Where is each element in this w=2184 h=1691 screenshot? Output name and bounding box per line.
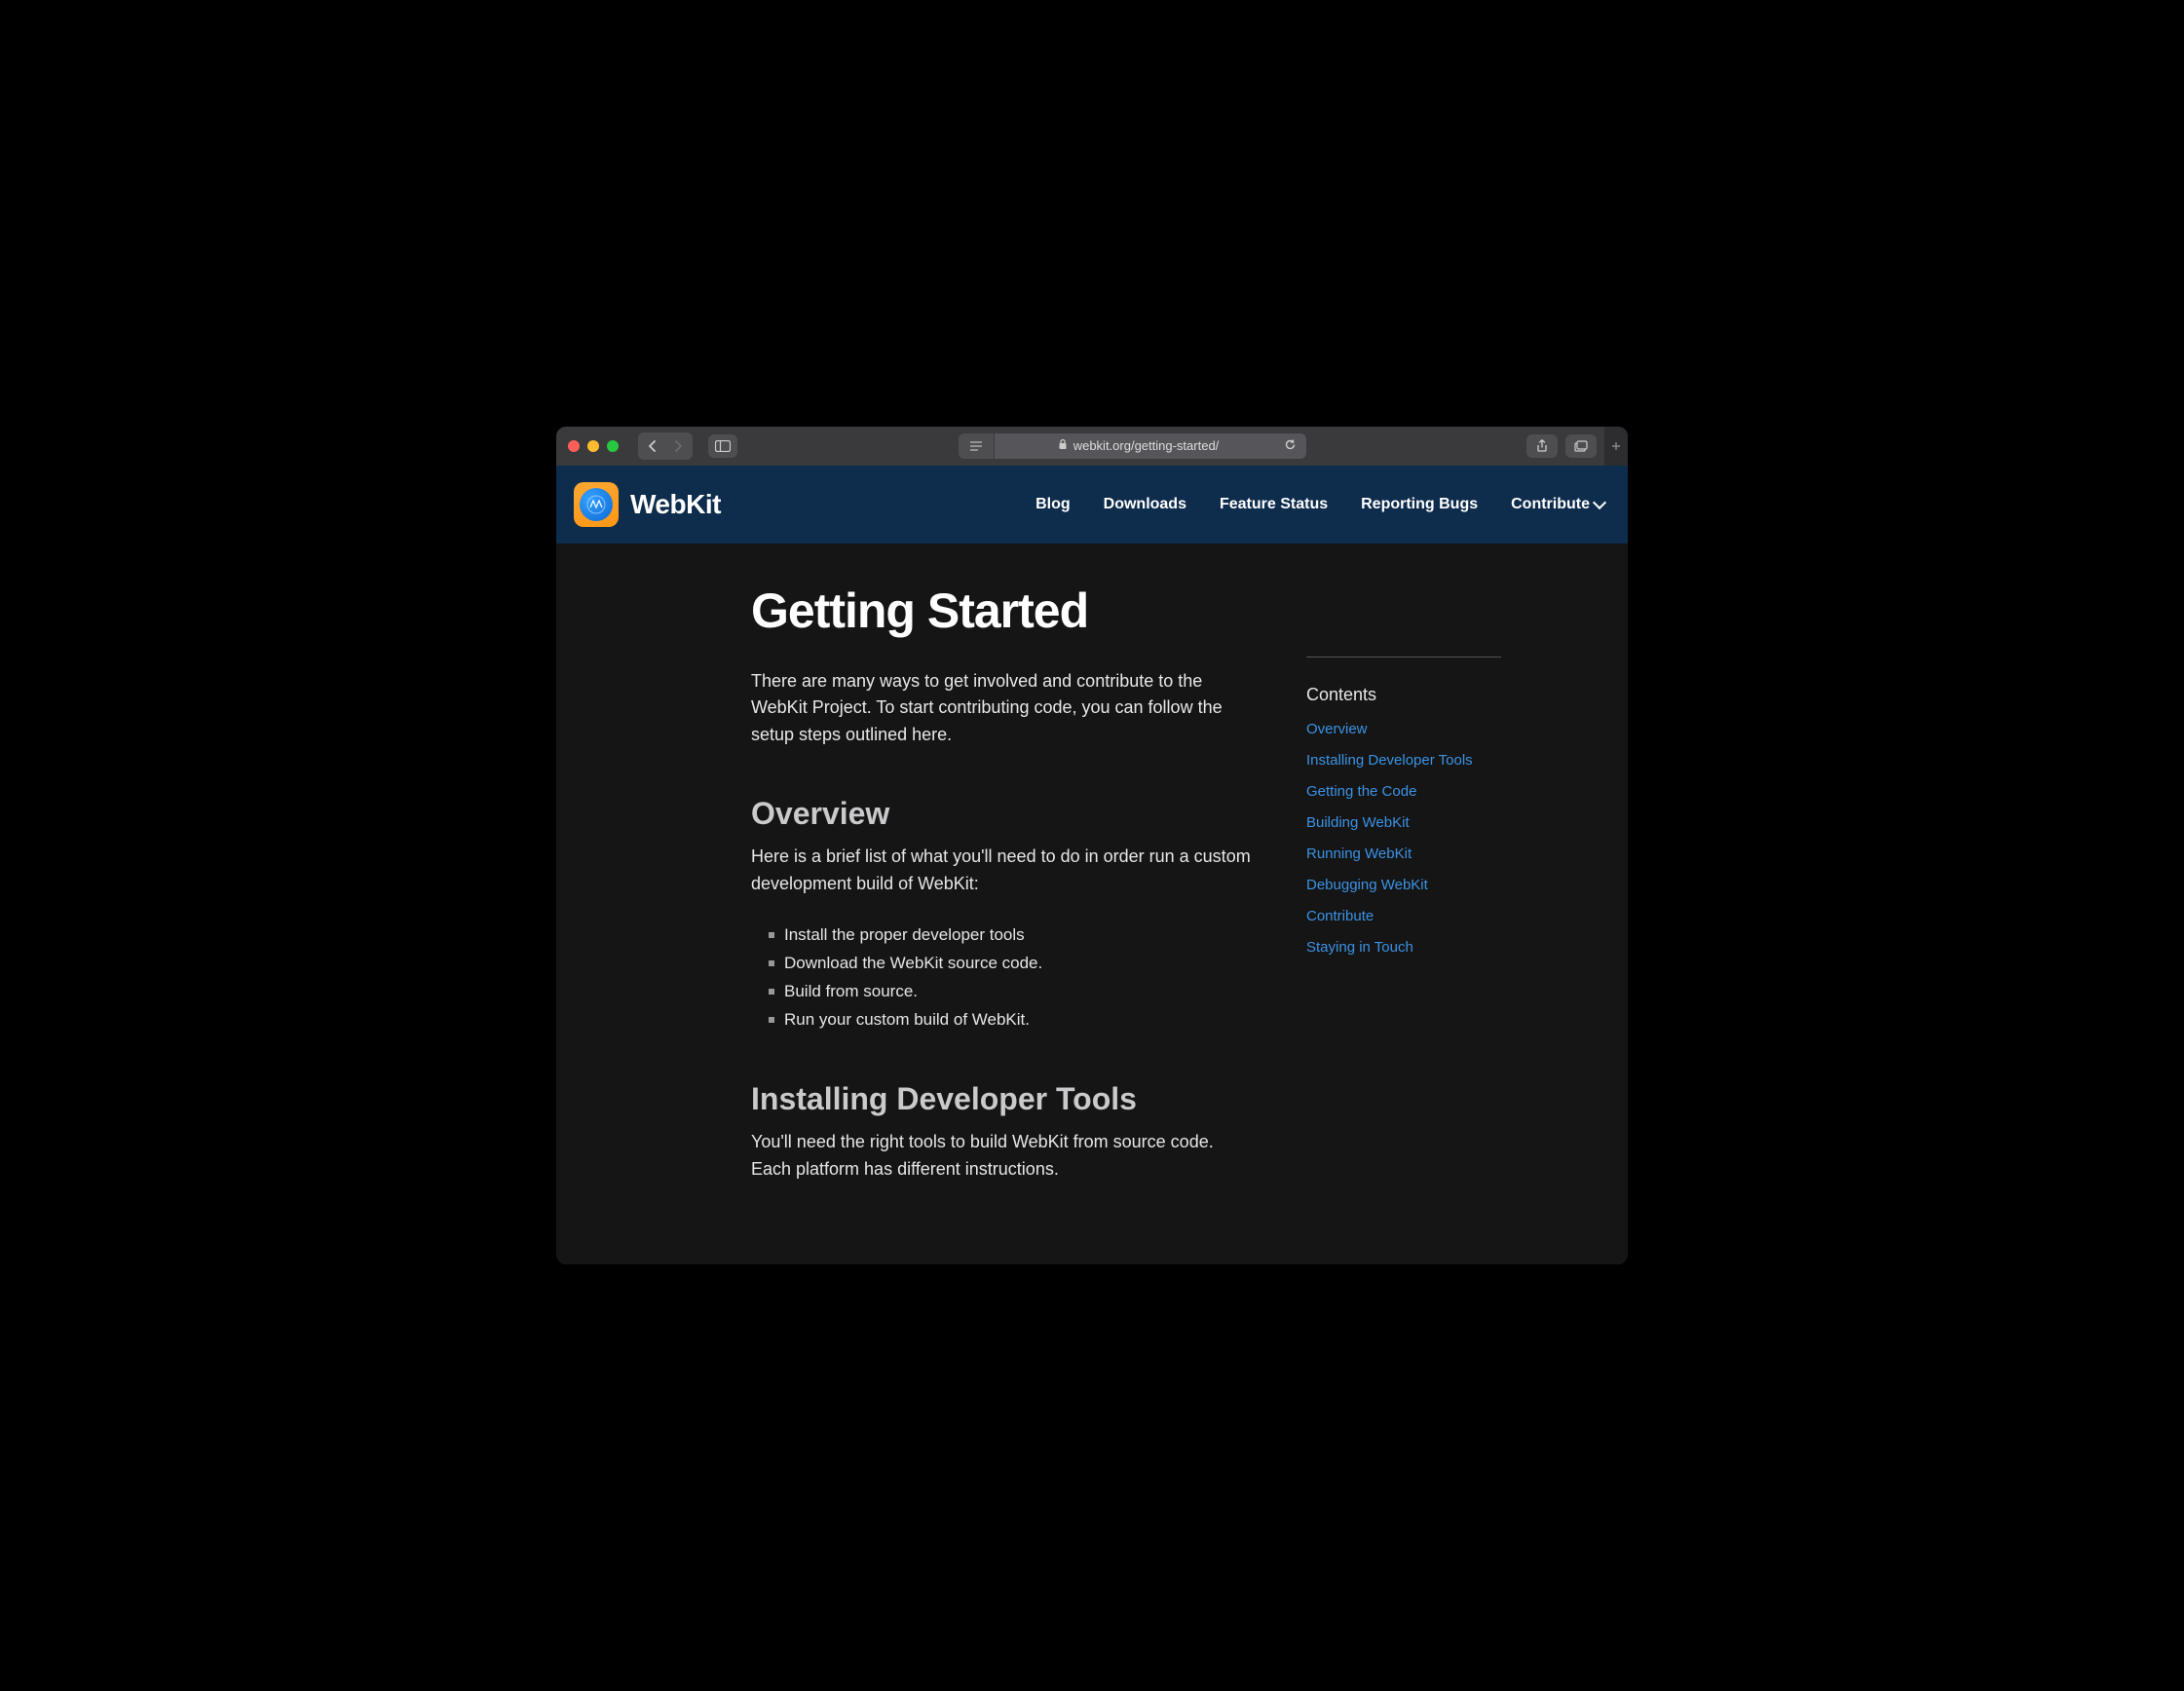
nav-link-reporting-bugs[interactable]: Reporting Bugs — [1361, 496, 1478, 513]
back-button[interactable] — [641, 435, 664, 457]
nav-link-feature-status[interactable]: Feature Status — [1220, 496, 1328, 513]
toolbar-right — [1526, 434, 1616, 458]
nav-link-contribute-label: Contribute — [1511, 496, 1590, 513]
nav-links: Blog Downloads Feature Status Reporting … — [1036, 496, 1604, 513]
reader-view-button[interactable] — [959, 433, 994, 459]
list-item: Build from source. — [769, 978, 1258, 1006]
toc-link-installing-developer-tools[interactable]: Installing Developer Tools — [1306, 752, 1501, 769]
nav-back-forward — [638, 432, 693, 460]
toc-title: Contents — [1306, 685, 1501, 705]
lock-icon — [1058, 438, 1068, 453]
forward-button[interactable] — [666, 435, 690, 457]
installing-text: You'll need the right tools to build Web… — [751, 1129, 1258, 1184]
sidebar-toggle-button[interactable] — [708, 434, 737, 458]
intro-paragraph: There are many ways to get involved and … — [751, 668, 1258, 750]
nav-link-contribute[interactable]: Contribute — [1511, 496, 1604, 513]
share-button[interactable] — [1526, 434, 1558, 458]
toc-link-contribute[interactable]: Contribute — [1306, 908, 1501, 924]
address-bar-container: webkit.org/getting-started/ — [765, 433, 1499, 459]
browser-window: webkit.org/getting-started/ — [556, 427, 1628, 1265]
toc-link-getting-the-code[interactable]: Getting the Code — [1306, 783, 1501, 800]
toc-link-building-webkit[interactable]: Building WebKit — [1306, 814, 1501, 831]
list-item: Download the WebKit source code. — [769, 950, 1258, 978]
table-of-contents: Contents Overview Installing Developer T… — [1306, 657, 1501, 1207]
toc-link-overview[interactable]: Overview — [1306, 721, 1501, 737]
brand-name: WebKit — [630, 489, 721, 520]
page-content: Getting Started There are many ways to g… — [556, 544, 1628, 1265]
address-bar[interactable]: webkit.org/getting-started/ — [995, 433, 1306, 459]
webkit-logo-icon — [574, 482, 619, 527]
overview-heading: Overview — [751, 796, 1258, 832]
traffic-lights — [568, 440, 619, 452]
page-title: Getting Started — [751, 582, 1258, 639]
nav-link-downloads[interactable]: Downloads — [1104, 496, 1186, 513]
chevron-down-icon — [1593, 496, 1606, 509]
overview-text: Here is a brief list of what you'll need… — [751, 844, 1258, 898]
minimize-window-button[interactable] — [587, 440, 599, 452]
toc-link-debugging-webkit[interactable]: Debugging WebKit — [1306, 877, 1501, 893]
close-window-button[interactable] — [568, 440, 580, 452]
tabs-overview-button[interactable] — [1565, 434, 1597, 458]
list-item: Run your custom build of WebKit. — [769, 1006, 1258, 1034]
nav-link-blog[interactable]: Blog — [1036, 496, 1071, 513]
toc-link-staying-in-touch[interactable]: Staying in Touch — [1306, 939, 1501, 956]
installing-heading: Installing Developer Tools — [751, 1081, 1258, 1117]
site-navigation: WebKit Blog Downloads Feature Status Rep… — [556, 466, 1628, 544]
toc-link-running-webkit[interactable]: Running WebKit — [1306, 846, 1501, 862]
toc-divider — [1306, 657, 1501, 658]
maximize-window-button[interactable] — [607, 440, 619, 452]
url-text: webkit.org/getting-started/ — [1073, 438, 1220, 453]
browser-titlebar: webkit.org/getting-started/ — [556, 427, 1628, 466]
reload-icon[interactable] — [1284, 438, 1297, 454]
overview-steps-list: Install the proper developer tools Downl… — [751, 921, 1258, 1034]
list-item: Install the proper developer tools — [769, 921, 1258, 950]
new-tab-button[interactable] — [1604, 427, 1628, 466]
brand-logo[interactable]: WebKit — [574, 482, 721, 527]
main-column: Getting Started There are many ways to g… — [751, 582, 1258, 1207]
toc-list: Overview Installing Developer Tools Gett… — [1306, 721, 1501, 956]
